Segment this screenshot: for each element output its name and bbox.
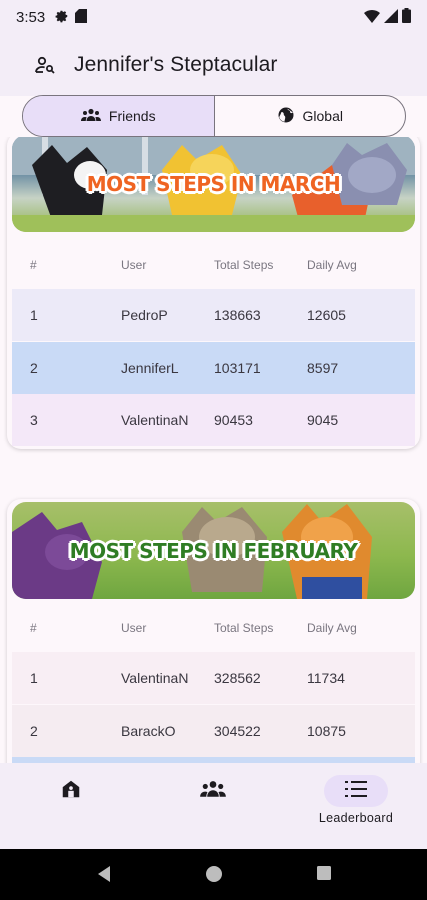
home-icon bbox=[60, 778, 82, 805]
user-cell: ValentinaN bbox=[121, 670, 189, 686]
nav-friends[interactable] bbox=[142, 763, 284, 849]
settings-icon bbox=[55, 9, 69, 26]
nav-leaderboard-indicator bbox=[324, 775, 388, 807]
top-app-bar: Jennifer's Steptacular bbox=[0, 34, 427, 96]
user-cell: JenniferL bbox=[121, 360, 179, 376]
daily-avg-cell: 12605 bbox=[307, 307, 346, 323]
rank-cell: 1 bbox=[30, 670, 38, 686]
nav-friends-indicator bbox=[181, 775, 245, 807]
col-rank-header: # bbox=[30, 258, 37, 272]
scope-segmented-button: Friends Global bbox=[22, 95, 406, 137]
group-icon bbox=[200, 780, 226, 803]
table-row[interactable]: 1 ValentinaN 328562 11734 bbox=[12, 652, 415, 704]
globe-icon bbox=[277, 106, 295, 127]
bottom-navigation: Leaderboard bbox=[0, 763, 427, 849]
back-icon[interactable] bbox=[96, 865, 112, 888]
table-row[interactable]: 3 ValentinaN 90453 9045 bbox=[12, 394, 415, 446]
rank-cell: 3 bbox=[30, 412, 38, 428]
leaderboard-card-march: MOST STEPS IN MARCH # User Total Steps D… bbox=[7, 137, 420, 449]
daily-avg-cell: 10875 bbox=[307, 723, 346, 739]
col-user-header: User bbox=[121, 258, 147, 272]
total-steps-cell: 328562 bbox=[214, 670, 261, 686]
col-user-header: User bbox=[121, 621, 147, 635]
daily-avg-cell: 9045 bbox=[307, 412, 339, 428]
table-row[interactable]: 2 BarackO 304522 10875 bbox=[12, 705, 415, 757]
segment-friends[interactable]: Friends bbox=[23, 96, 215, 136]
table-row[interactable]: 2 JenniferL 103171 8597 bbox=[12, 342, 415, 394]
table-header: # User Total Steps Daily Avg bbox=[12, 602, 415, 654]
nav-home[interactable] bbox=[0, 763, 142, 849]
sd-card-icon bbox=[75, 8, 88, 26]
total-steps-cell: 90453 bbox=[214, 412, 253, 428]
system-navigation-bar bbox=[0, 849, 427, 900]
nav-leaderboard-label: Leaderboard bbox=[318, 811, 394, 825]
banner-march: MOST STEPS IN MARCH bbox=[12, 137, 415, 232]
user-cell: BarackO bbox=[121, 723, 176, 739]
daily-avg-cell: 8597 bbox=[307, 360, 339, 376]
leaderboard-list-icon bbox=[345, 780, 367, 803]
col-avg-header: Daily Avg bbox=[307, 621, 357, 635]
col-total-header: Total Steps bbox=[214, 258, 274, 272]
rank-cell: 2 bbox=[30, 360, 38, 376]
nav-home-indicator bbox=[39, 775, 103, 807]
home-circle-icon[interactable] bbox=[205, 865, 223, 888]
col-total-header: Total Steps bbox=[214, 621, 274, 635]
user-cell: PedroP bbox=[121, 307, 168, 323]
group-icon bbox=[80, 108, 101, 125]
total-steps-cell: 103171 bbox=[214, 360, 261, 376]
status-bar: 3:53 bbox=[0, 0, 427, 34]
table-row[interactable]: 1 PedroP 138663 12605 bbox=[12, 289, 415, 341]
signal-icon bbox=[384, 8, 398, 26]
person-search-icon[interactable] bbox=[30, 50, 60, 80]
leaderboard-list[interactable]: MOST STEPS IN MARCH # User Total Steps D… bbox=[0, 137, 427, 763]
daily-avg-cell: 11734 bbox=[307, 670, 345, 686]
banner-february: MOST STEPS IN FEBRUARY bbox=[12, 502, 415, 599]
user-cell: ValentinaN bbox=[121, 412, 189, 428]
rank-cell: 2 bbox=[30, 723, 38, 739]
segment-global[interactable]: Global bbox=[215, 96, 406, 136]
table-header: # User Total Steps Daily Avg bbox=[12, 239, 415, 291]
page-title: Jennifer's Steptacular bbox=[74, 53, 278, 76]
segment-friends-label: Friends bbox=[108, 108, 156, 124]
banner-title: MOST STEPS IN MARCH bbox=[86, 171, 341, 196]
total-steps-cell: 138663 bbox=[214, 307, 261, 323]
nav-leaderboard[interactable]: Leaderboard bbox=[285, 763, 427, 849]
status-time: 3:53 bbox=[16, 8, 46, 26]
recents-icon[interactable] bbox=[316, 865, 332, 886]
total-steps-cell: 304522 bbox=[214, 723, 261, 739]
segment-global-label: Global bbox=[302, 108, 343, 124]
battery-icon bbox=[402, 8, 411, 26]
rank-cell: 1 bbox=[30, 307, 38, 323]
wifi-icon bbox=[364, 9, 380, 26]
col-rank-header: # bbox=[30, 621, 37, 635]
banner-title: MOST STEPS IN FEBRUARY bbox=[69, 538, 358, 563]
leaderboard-card-february: MOST STEPS IN FEBRUARY # User Total Step… bbox=[7, 499, 420, 763]
col-avg-header: Daily Avg bbox=[307, 258, 357, 272]
